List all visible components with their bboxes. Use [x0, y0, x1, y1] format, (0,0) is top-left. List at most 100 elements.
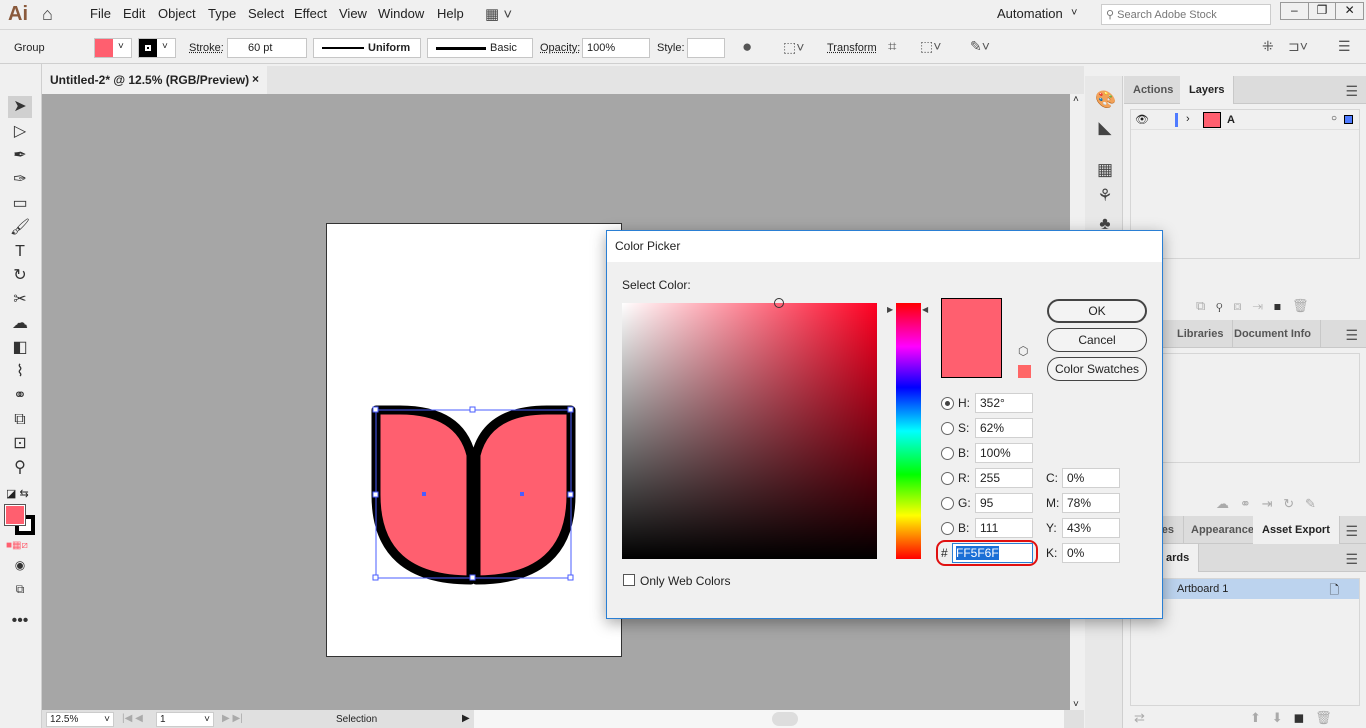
- brightness-input[interactable]: 100%: [975, 443, 1033, 463]
- only-web-colors-checkbox[interactable]: [623, 574, 635, 586]
- arrange-icon[interactable]: ⊐˅: [1288, 38, 1308, 55]
- black-input[interactable]: 0%: [1062, 543, 1120, 563]
- menu-object[interactable]: Object: [158, 6, 196, 21]
- symbol-sprayer-icon[interactable]: ⧉: [8, 409, 32, 431]
- hue-input[interactable]: 352°: [975, 393, 1033, 413]
- gradient-panel-icon[interactable]: ◣: [1095, 118, 1115, 138]
- layer-name[interactable]: A: [1227, 114, 1235, 126]
- menu-select[interactable]: Select: [248, 6, 284, 21]
- panel-menu-icon[interactable]: ☰: [1345, 327, 1358, 344]
- zoom-tool-icon[interactable]: ⚲: [8, 457, 32, 479]
- artboard-tool-icon[interactable]: ⊡: [8, 433, 32, 455]
- status-menu-icon[interactable]: ▶: [462, 713, 470, 724]
- fill-swatch[interactable]: ˅: [94, 38, 132, 58]
- current-tool-status[interactable]: Selection: [336, 714, 377, 725]
- restore-icon[interactable]: ❐: [1309, 3, 1337, 19]
- yellow-input[interactable]: 43%: [1062, 518, 1120, 538]
- graphic-style-picker[interactable]: [687, 38, 725, 58]
- menu-help[interactable]: Help: [437, 6, 464, 21]
- variable-width-profile[interactable]: Uniform: [313, 38, 421, 58]
- pen-tool-icon[interactable]: ✒: [8, 145, 32, 167]
- tab-layers[interactable]: Layers: [1180, 76, 1235, 104]
- rearrange-icon[interactable]: ⇄: [1134, 710, 1145, 726]
- artboard-number-select[interactable]: 1 ˅: [156, 712, 214, 727]
- edit-icon[interactable]: ✎˅: [970, 38, 990, 55]
- cyan-input[interactable]: 0%: [1062, 468, 1120, 488]
- workspace-switcher[interactable]: Automation: [997, 6, 1063, 21]
- fill-color-box[interactable]: [4, 504, 26, 526]
- saturation-radio[interactable]: [941, 422, 954, 435]
- libraries-panel-actions[interactable]: ☁ ⚭ ⇥ ↻ ✎: [1216, 496, 1316, 512]
- close-window-icon[interactable]: ✕: [1336, 3, 1363, 19]
- hue-slider-handle-left[interactable]: ▶: [887, 305, 893, 314]
- select-similar-icon[interactable]: ⬚˅: [920, 38, 941, 55]
- tab-document-info[interactable]: Document Info: [1225, 320, 1321, 348]
- color-guide-icon[interactable]: 🎨: [1095, 90, 1116, 110]
- artboards-panel-actions[interactable]: ⬆ ⬇ ◼ 🗑: [1250, 710, 1332, 726]
- recolor-artwork-icon[interactable]: ●: [742, 37, 752, 57]
- zoom-level-select[interactable]: 12.5% ˅: [46, 712, 114, 727]
- expand-layer-icon[interactable]: ›: [1186, 113, 1190, 125]
- color-mode-icons[interactable]: ■▦⧄: [6, 540, 28, 551]
- draw-mode-icon[interactable]: ◉: [8, 554, 32, 576]
- isolate-icon[interactable]: ⌗: [888, 38, 896, 55]
- panel-menu-icon[interactable]: ☰: [1338, 38, 1351, 55]
- paintbrush-tool-icon[interactable]: 🖌: [8, 217, 32, 239]
- ok-button[interactable]: OK: [1047, 299, 1147, 323]
- document-tab[interactable]: Untitled-2* @ 12.5% (RGB/Preview) ×: [42, 66, 267, 94]
- home-icon[interactable]: ⌂: [42, 4, 53, 25]
- menu-type[interactable]: Type: [208, 6, 236, 21]
- green-radio[interactable]: [941, 497, 954, 510]
- blue-input[interactable]: 111: [975, 518, 1033, 538]
- rotate-tool-icon[interactable]: ↻: [8, 265, 32, 287]
- tab-libraries[interactable]: Libraries: [1168, 320, 1234, 348]
- only-web-colors-label[interactable]: Only Web Colors: [640, 574, 730, 588]
- artboard-name[interactable]: Artboard 1: [1177, 583, 1228, 595]
- saturation-brightness-field[interactable]: [622, 298, 877, 559]
- gradient-tool-icon[interactable]: ◧: [8, 337, 32, 359]
- color-swatches-button[interactable]: Color Swatches: [1047, 357, 1147, 381]
- panel-menu-icon[interactable]: ☰: [1345, 551, 1358, 568]
- minimize-icon[interactable]: –: [1281, 3, 1309, 19]
- type-tool-icon[interactable]: T: [8, 241, 32, 263]
- arrange-documents-icon[interactable]: ▦ ˅: [485, 5, 512, 23]
- panel-menu-icon[interactable]: ☰: [1345, 83, 1358, 100]
- artboard-options-icon[interactable]: 🗋: [1329, 581, 1339, 602]
- swatches-icon[interactable]: ▦: [1095, 160, 1115, 180]
- out-of-web-gamut-icon[interactable]: ⬡: [1018, 344, 1028, 358]
- grid-icon[interactable]: ⁜: [1262, 38, 1274, 55]
- opacity-input[interactable]: 100%: [582, 38, 650, 58]
- more-tools-icon[interactable]: •••: [8, 610, 32, 632]
- screen-mode-icon[interactable]: ⧉: [8, 578, 32, 600]
- opacity-label[interactable]: Opacity:: [540, 42, 580, 54]
- menu-window[interactable]: Window: [378, 6, 424, 21]
- default-colors-icon[interactable]: ◪ ⇆: [6, 487, 29, 500]
- layer-row[interactable]: 👁 › A ○: [1131, 110, 1359, 130]
- saturation-input[interactable]: 62%: [975, 418, 1033, 438]
- tab-appearance[interactable]: Appearance: [1182, 516, 1264, 544]
- menu-view[interactable]: View: [339, 6, 367, 21]
- stroke-label[interactable]: Stroke:: [189, 42, 224, 54]
- menu-file[interactable]: File: [90, 6, 111, 21]
- horizontal-scrollbar[interactable]: [474, 710, 1064, 728]
- warp-tool-icon[interactable]: ☁: [8, 313, 32, 335]
- blend-tool-icon[interactable]: ⚭: [8, 385, 32, 407]
- brushes-icon[interactable]: ⚘: [1095, 186, 1115, 206]
- first-prev-artboard-icon[interactable]: |◀ ◀: [122, 713, 143, 724]
- panel-menu-icon[interactable]: ☰: [1345, 523, 1358, 540]
- tab-asset-export[interactable]: Asset Export: [1253, 516, 1340, 544]
- red-radio[interactable]: [941, 472, 954, 485]
- selection-tool-icon[interactable]: ➤: [8, 96, 32, 118]
- align-icon[interactable]: ⬚˅: [783, 39, 804, 56]
- scissors-tool-icon[interactable]: ✂: [8, 289, 32, 311]
- stroke-swatch[interactable]: ˅: [138, 38, 176, 58]
- curvature-tool-icon[interactable]: ✑: [8, 169, 32, 191]
- magenta-input[interactable]: 78%: [1062, 493, 1120, 513]
- target-icon[interactable]: ○: [1331, 113, 1337, 124]
- hue-radio[interactable]: [941, 397, 954, 410]
- menu-effect[interactable]: Effect: [294, 6, 327, 21]
- transform-link[interactable]: Transform: [827, 42, 877, 54]
- next-last-artboard-icon[interactable]: ▶ ▶|: [222, 713, 243, 724]
- blue-radio[interactable]: [941, 522, 954, 535]
- hue-slider-handle-right[interactable]: ◀: [922, 305, 928, 314]
